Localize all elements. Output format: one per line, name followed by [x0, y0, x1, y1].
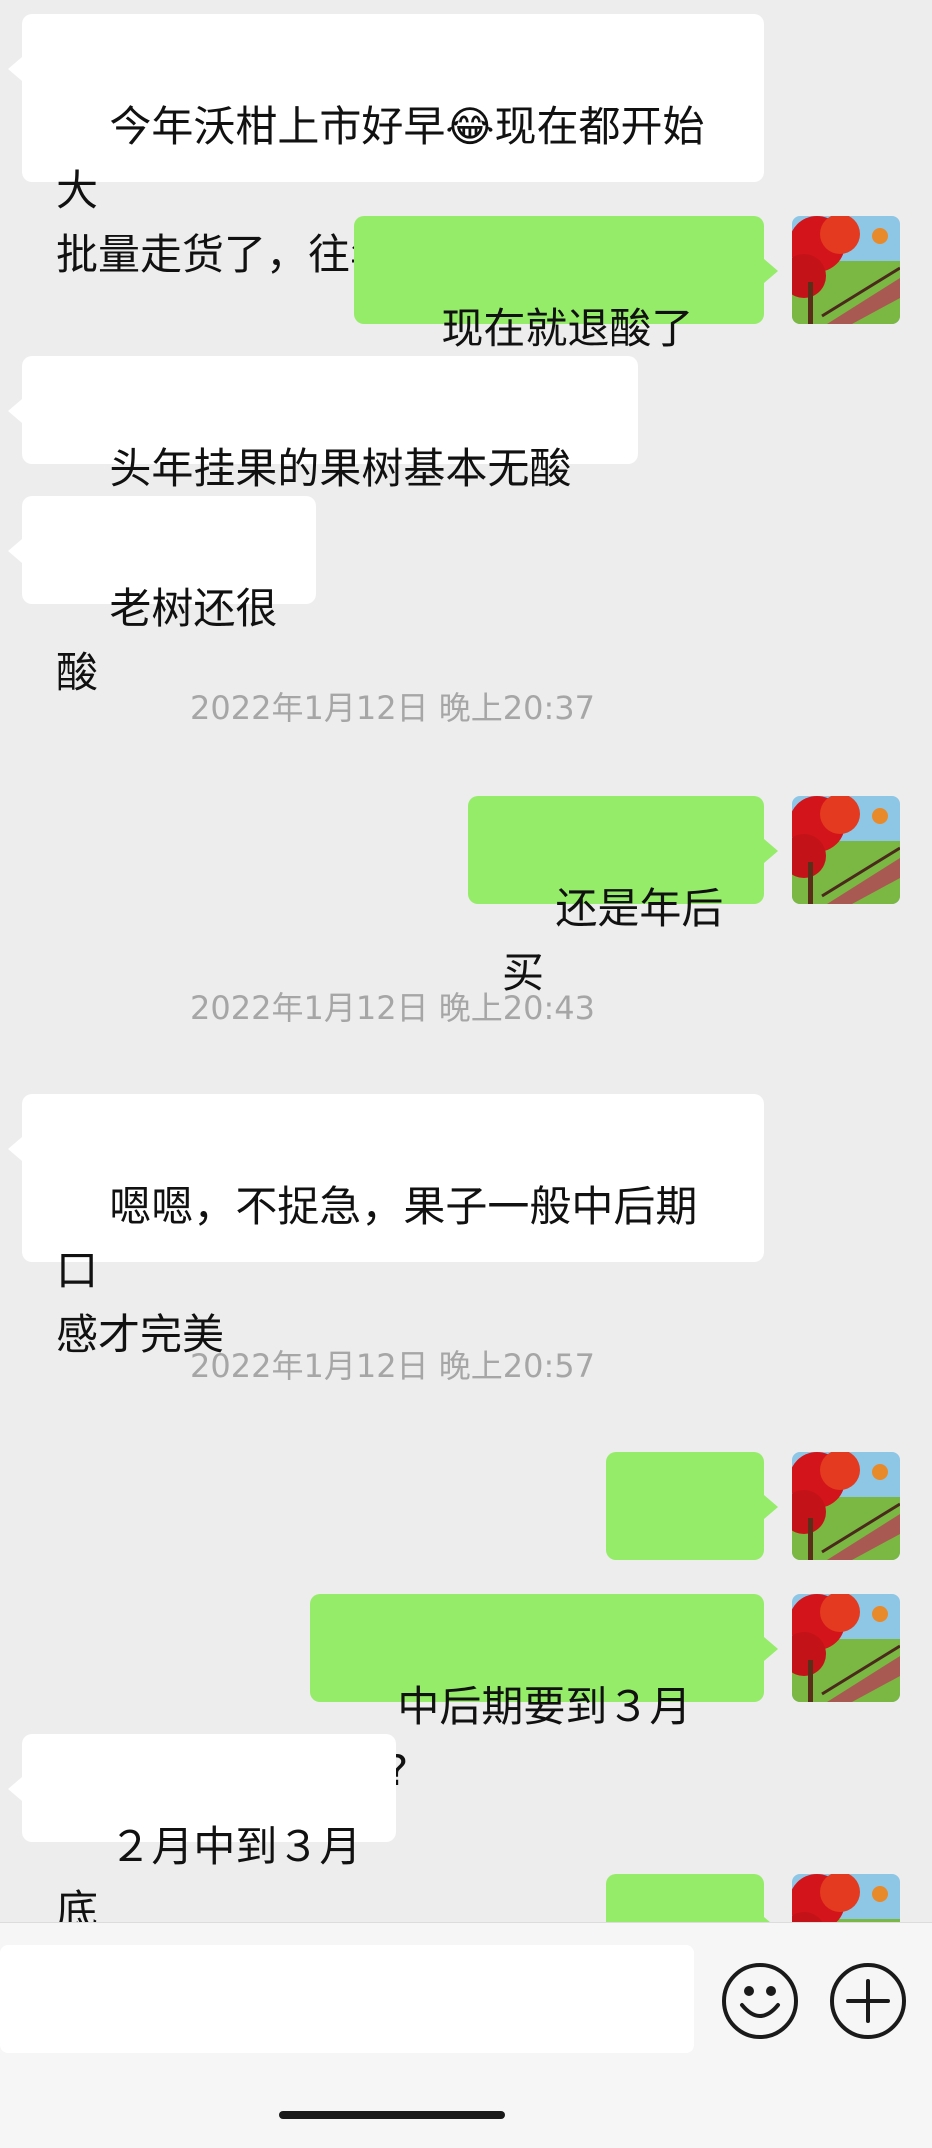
message-bubble-sent[interactable]: 好的: [606, 1452, 778, 1653]
message-text: 老树还很酸: [56, 584, 278, 697]
avatar-image: [792, 1594, 900, 1702]
message-bubble-received[interactable]: 头年挂果的果树基本无酸了: [8, 356, 638, 557]
avatar-image: [792, 1874, 900, 1922]
chat-area[interactable]: 今年沃柑上市好早😂现在都开始大 批量走货了，往年1月中才开始 现在就退酸了吗? …: [0, 0, 932, 1922]
message-text: 嗯嗯，不捉急，果子一般中后期口 感才完美: [56, 1182, 698, 1359]
message-bubble-received[interactable]: 今年沃柑上市好早😂现在都开始大 批量走货了，往年1月中才开始: [8, 14, 764, 279]
message-bubble-sent[interactable]: 还是年后买: [468, 796, 778, 997]
home-indicator[interactable]: [279, 2111, 505, 2119]
user-avatar[interactable]: [792, 1594, 900, 1702]
message-bubble-received[interactable]: ２月中到３月底: [8, 1734, 396, 1922]
plus-circle-icon[interactable]: [830, 1963, 906, 2039]
chat-timestamp: 2022年1月12日 晚上20:43: [190, 989, 595, 1027]
message-input[interactable]: [0, 1945, 694, 2053]
avatar-image: [792, 796, 900, 904]
chat-timestamp: 2022年1月12日 晚上20:57: [190, 1347, 595, 1385]
message-bubble-received[interactable]: 嗯嗯，不捉急，果子一般中后期口 感才完美: [8, 1094, 764, 1359]
message-text: ２月中到３月底: [56, 1822, 362, 1922]
user-avatar[interactable]: [792, 1874, 900, 1922]
message-text: 还是年后买: [502, 884, 724, 997]
message-bubble-sent[interactable]: 好的: [606, 1874, 778, 1922]
avatar-image: [792, 1452, 900, 1560]
message-bubble-received[interactable]: 老树还很酸: [8, 496, 316, 697]
user-avatar[interactable]: [792, 216, 900, 324]
input-bar: [0, 1922, 932, 2148]
smiley-face-icon[interactable]: [722, 1963, 798, 2039]
message-bubble-sent[interactable]: 中后期要到３月吗?: [310, 1594, 778, 1795]
message-text: 中后期要到３月吗?: [344, 1682, 692, 1795]
smiley-face-icon-glyph: [740, 1986, 780, 2018]
message-bubble-sent[interactable]: 现在就退酸了吗?: [354, 216, 778, 417]
plus-circle-icon-glyph: [846, 1979, 890, 2023]
avatar-image: [792, 216, 900, 324]
user-avatar[interactable]: [792, 1452, 900, 1560]
chat-timestamp: 2022年1月12日 晚上20:37: [190, 689, 595, 727]
user-avatar[interactable]: [792, 796, 900, 904]
